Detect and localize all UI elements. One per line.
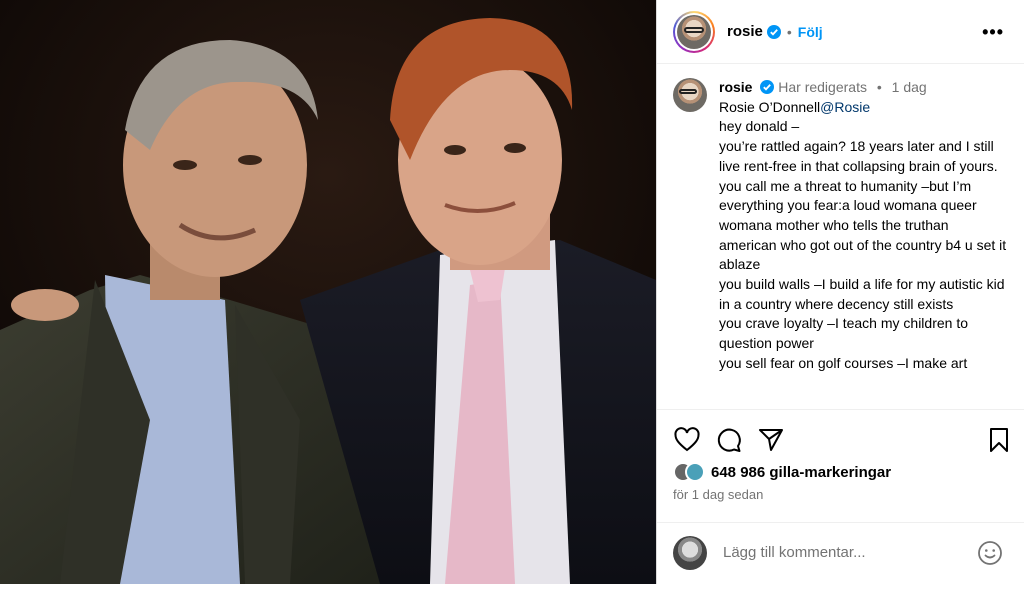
caption-line: you call me a threat to humanity –but I’… [719, 177, 1011, 273]
follow-button[interactable]: Följ [798, 24, 823, 40]
display-name: Rosie O’Donnell [719, 98, 821, 115]
comment-input[interactable] [723, 544, 963, 561]
comment-box [657, 522, 1024, 582]
caption-line: you sell fear on golf courses –I make ar… [719, 354, 968, 371]
post-timestamp[interactable]: för 1 dag sedan [673, 487, 763, 502]
comment-icon[interactable] [715, 426, 743, 454]
send-icon[interactable] [757, 426, 785, 454]
story-ring[interactable] [673, 10, 715, 53]
current-user-avatar [673, 535, 707, 570]
caption-scroll[interactable]: rosie Har redigerats • 1 dag Rosie O’Don… [657, 64, 1024, 409]
caption-line: you’re rattled again? 18 years later and… [719, 138, 998, 174]
likes-row[interactable]: 648 986 gilla-markeringar [673, 462, 891, 482]
photo-illustration [0, 0, 656, 584]
edited-label: Har redigerats [778, 79, 867, 95]
caption-body: rosie Har redigerats • 1 dag Rosie O’Don… [719, 78, 1009, 374]
avatar [677, 14, 711, 49]
smiley-icon[interactable] [977, 540, 1003, 566]
header-separator: • [786, 23, 792, 40]
likes-count[interactable]: 648 986 gilla-markeringar [711, 464, 891, 481]
caption-separator: • [876, 79, 882, 95]
caption-line: you crave loyalty –I teach my children t… [719, 315, 972, 352]
bookmark-icon[interactable] [985, 426, 1013, 454]
caption-line: you build walls –I build a life for my a… [719, 276, 1009, 312]
verified-badge-icon [766, 24, 781, 39]
caption-username[interactable]: rosie [719, 79, 752, 95]
action-bar [673, 426, 1013, 454]
verified-badge-icon [760, 80, 775, 94]
more-options-icon[interactable]: ••• [982, 22, 1004, 43]
header-username[interactable]: rosie [727, 23, 763, 40]
liker-avatar [685, 462, 705, 482]
heart-icon[interactable] [673, 426, 701, 454]
caption-line: hey donald – [719, 118, 800, 135]
instagram-post: rosie • Följ ••• rosie Har redigerats • … [0, 0, 1024, 589]
mention-link[interactable]: @Rosie [820, 99, 870, 115]
actions-section: 648 986 gilla-markeringar för 1 dag seda… [657, 409, 1024, 584]
post-sidebar: rosie • Följ ••• rosie Har redigerats • … [656, 0, 1024, 584]
post-header: rosie • Följ ••• [657, 0, 1024, 64]
post-photo[interactable] [0, 0, 656, 584]
caption-avatar[interactable] [673, 78, 707, 112]
caption-time[interactable]: 1 dag [892, 79, 927, 95]
